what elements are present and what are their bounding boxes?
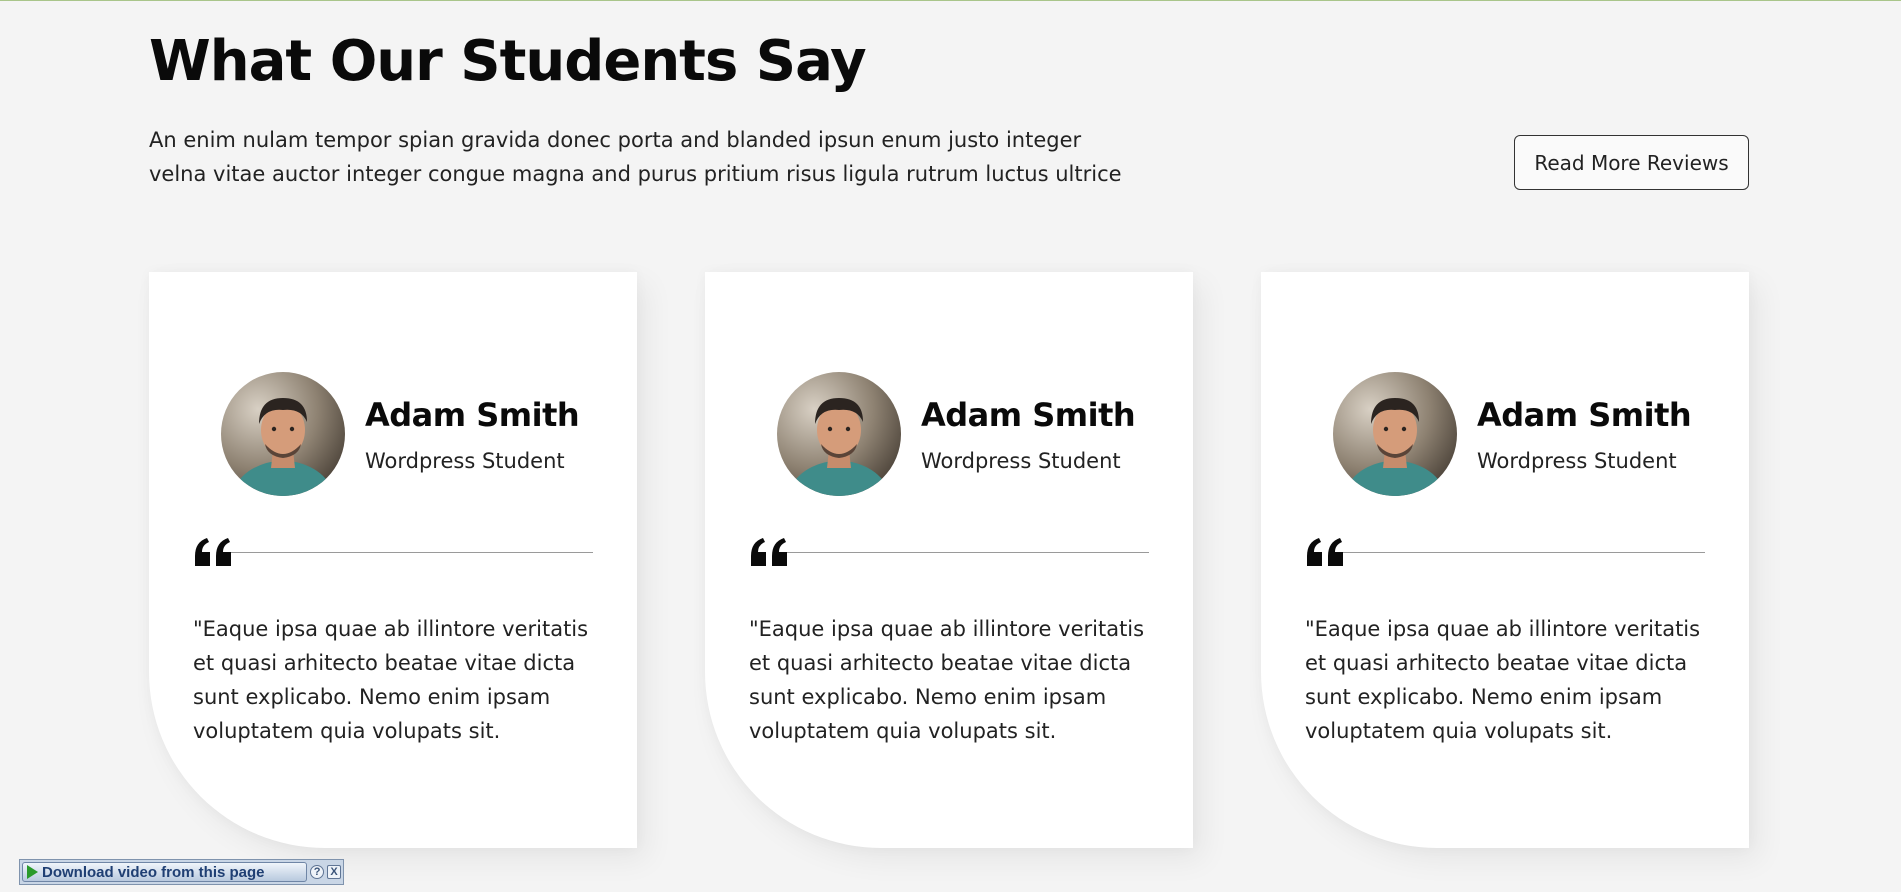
download-video-label: Download video from this page — [42, 863, 265, 881]
author-role: Wordpress Student — [1477, 449, 1677, 473]
help-button[interactable]: ? — [310, 865, 325, 879]
divider — [787, 552, 1149, 553]
testimonial-text: "Eaque ipsa quae ab illintore veritatis … — [1305, 617, 1701, 743]
avatar — [777, 372, 901, 496]
page-title: What Our Students Say — [149, 29, 867, 94]
section-intro: An enim nulam tempor spian gravida donec… — [149, 128, 1122, 186]
testimonial-card: Adam Smith Wordpress Student "Eaque ipsa… — [149, 272, 637, 848]
avatar — [1333, 372, 1457, 496]
author-role: Wordpress Student — [365, 449, 565, 473]
divider — [1343, 552, 1705, 553]
read-more-reviews-button[interactable]: Read More Reviews — [1514, 135, 1749, 190]
testimonial-text: "Eaque ipsa quae ab illintore veritatis … — [193, 617, 589, 743]
quote-icon — [751, 538, 787, 566]
author-name: Adam Smith — [921, 396, 1136, 434]
quote-icon — [195, 538, 231, 566]
testimonial-text: "Eaque ipsa quae ab illintore veritatis … — [749, 617, 1145, 743]
author-name: Adam Smith — [365, 396, 580, 434]
avatar — [221, 372, 345, 496]
testimonial-card: Adam Smith Wordpress Student "Eaque ipsa… — [705, 272, 1193, 848]
play-icon — [27, 865, 38, 879]
close-button[interactable]: X — [327, 865, 341, 879]
testimonial-card: Adam Smith Wordpress Student "Eaque ipsa… — [1261, 272, 1749, 848]
divider — [231, 552, 593, 553]
download-video-toolbar: Download video from this page ? X — [19, 859, 344, 885]
quote-icon — [1307, 538, 1343, 566]
download-video-button[interactable]: Download video from this page — [22, 862, 308, 882]
author-role: Wordpress Student — [921, 449, 1121, 473]
author-name: Adam Smith — [1477, 396, 1692, 434]
